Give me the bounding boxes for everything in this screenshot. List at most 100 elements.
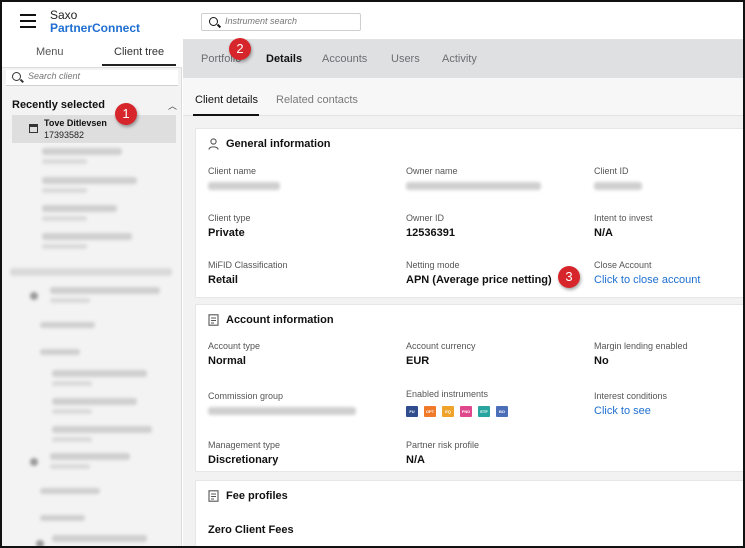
search-client-input[interactable] (28, 71, 168, 81)
document-icon (208, 314, 219, 326)
partner-risk-profile-label: Partner risk profile (406, 440, 480, 450)
tab-details[interactable]: Details (266, 53, 302, 65)
redacted-tree-item (50, 287, 160, 294)
brand-name: Saxo (50, 8, 78, 22)
redacted-node-icon (36, 540, 44, 546)
owner-id-label: Owner ID (406, 213, 445, 223)
redacted-tree-item (52, 398, 137, 405)
general-information-title: General information (226, 138, 331, 150)
brand-header: Saxo PartnerConnect (2, 2, 182, 40)
commission-group-value-redacted (208, 407, 356, 415)
redacted-section-heading (10, 268, 172, 276)
active-tab-indicator (102, 64, 176, 66)
instrument-badge-eq: EQ (442, 406, 454, 417)
interest-conditions-label: Interest conditions (594, 391, 668, 401)
hamburger-menu-icon[interactable] (20, 14, 36, 28)
search-icon (209, 17, 218, 26)
account-type-value: Normal (208, 355, 246, 367)
recent-client-item[interactable]: Tove Ditlevsen 17393582 (12, 115, 176, 143)
management-type-label: Management type (208, 440, 281, 450)
tab-client-details[interactable]: Client details (195, 94, 258, 106)
instrument-badge-bo: BO (496, 406, 508, 417)
client-type-value: Private (208, 227, 245, 239)
account-currency-value: EUR (406, 355, 430, 367)
account-type-label: Account type (208, 341, 261, 351)
tab-activity[interactable]: Activity (442, 53, 477, 65)
account-information-card: Account information Account type Normal … (195, 304, 743, 472)
redacted-list-item (42, 188, 87, 193)
tab-client-tree[interactable]: Client tree (114, 46, 164, 58)
redacted-list-item (42, 244, 87, 249)
client-name-value-redacted (208, 182, 280, 190)
redacted-tree-item (50, 453, 130, 460)
client-id-value-redacted (594, 182, 642, 190)
commission-group-label: Commission group (208, 391, 284, 401)
owner-id-value: 12536391 (406, 227, 455, 239)
fee-profile-value: Zero Client Fees (208, 524, 294, 536)
calendar-icon (29, 124, 38, 133)
intent-to-invest-label: Intent to invest (594, 213, 653, 223)
tab-related-contacts[interactable]: Related contacts (276, 94, 358, 106)
owner-name-value-redacted (406, 182, 541, 190)
tab-menu[interactable]: Menu (36, 46, 64, 58)
interest-conditions-link[interactable]: Click to see (594, 405, 651, 417)
chevron-up-icon[interactable]: ︿ (168, 99, 177, 112)
owner-name-label: Owner name (406, 166, 458, 176)
redacted-tree-item (52, 370, 147, 377)
redacted-list-item (42, 233, 132, 240)
main-content: Client details Related contacts General … (183, 78, 743, 546)
instrument-badge-fu: FU (406, 406, 418, 417)
app-window: Saxo PartnerConnect Menu Client tree Rec… (0, 0, 745, 548)
redacted-list-item (42, 159, 87, 164)
redacted-node-icon (30, 458, 38, 466)
top-bar (183, 2, 743, 40)
document-icon (208, 490, 219, 502)
client-type-label: Client type (208, 213, 251, 223)
redacted-tree-item (40, 488, 100, 494)
redacted-tree-item (40, 349, 80, 355)
instrument-badge-opt: OPT (424, 406, 436, 417)
client-name-label: Client name (208, 166, 257, 176)
main-tabs: Portfolio Details Accounts Users Activit… (183, 40, 743, 78)
instrument-search-input[interactable] (225, 16, 355, 26)
redacted-list-item (42, 148, 122, 155)
tab-users[interactable]: Users (391, 53, 420, 65)
tab-accounts[interactable]: Accounts (322, 53, 367, 65)
search-client-box (6, 70, 178, 86)
instrument-badge-etf: ETF (478, 406, 490, 417)
account-information-title: Account information (226, 314, 334, 326)
sidebar-tabs: Menu Client tree (2, 40, 182, 68)
enabled-instruments-icons: FU OPT EQ FND ETF BO (406, 406, 514, 418)
redacted-tree-item (52, 426, 152, 433)
instrument-search-box (201, 13, 361, 31)
redacted-list-item (42, 205, 117, 212)
enabled-instruments-label: Enabled instruments (406, 389, 489, 399)
client-id-label: Client ID (594, 166, 629, 176)
close-account-link[interactable]: Click to close account (594, 274, 700, 286)
step-callout-2: 2 (229, 38, 251, 60)
person-icon (208, 138, 219, 150)
redacted-list-item (42, 177, 137, 184)
redacted-tree-item (52, 535, 147, 542)
redacted-tree-item (52, 437, 92, 442)
margin-lending-label: Margin lending enabled (594, 341, 688, 351)
redacted-tree-item (52, 409, 92, 414)
recent-client-name: Tove Ditlevsen (44, 118, 107, 128)
sub-tabs: Client details Related contacts (183, 78, 743, 116)
mifid-value: Retail (208, 274, 238, 286)
search-icon (12, 72, 21, 81)
fee-profiles-card: Fee profiles Zero Client Fees (195, 480, 743, 546)
close-account-label: Close Account (594, 260, 652, 270)
redacted-tree-item (50, 298, 90, 303)
redacted-tree-item (52, 381, 92, 386)
instrument-badge-fnd: FND (460, 406, 472, 417)
active-subtab-indicator (193, 114, 259, 116)
mifid-label: MiFID Classification (208, 260, 288, 270)
intent-to-invest-value: N/A (594, 227, 613, 239)
step-callout-1: 1 (115, 103, 137, 125)
recently-selected-heading: Recently selected (12, 99, 105, 111)
redacted-list-item (42, 216, 87, 221)
netting-mode-label: Netting mode (406, 260, 460, 270)
brand-product: PartnerConnect (50, 21, 141, 35)
account-currency-label: Account currency (406, 341, 476, 351)
